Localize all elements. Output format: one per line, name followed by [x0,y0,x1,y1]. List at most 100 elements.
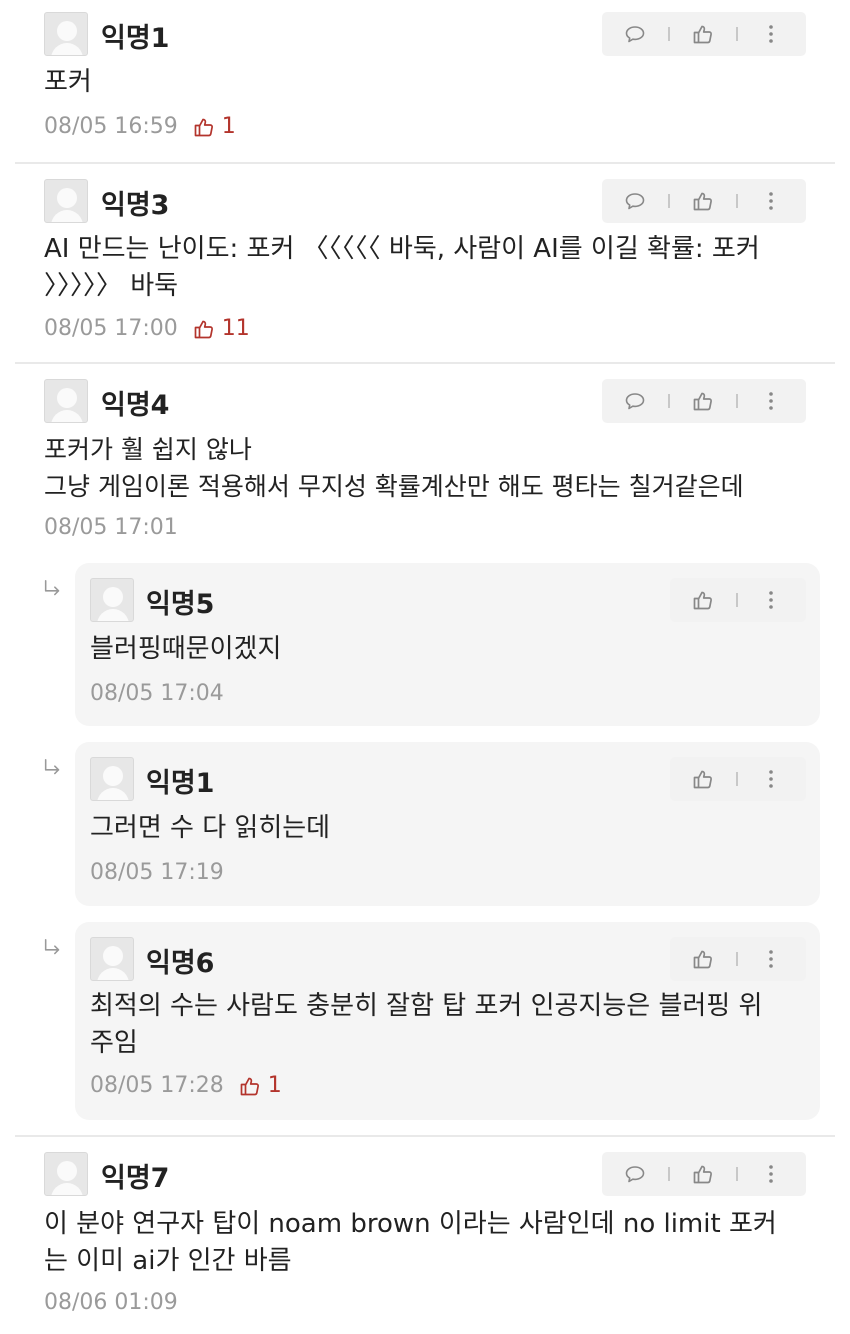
like-button[interactable] [670,379,736,423]
more-button[interactable] [738,12,804,56]
more-vertical-icon [759,588,783,612]
more-button[interactable] [738,179,804,223]
like-count-value: 1 [267,1073,282,1098]
comment-time: 08/06 01:09 [44,1290,178,1315]
thumbs-up-icon [691,947,715,971]
anonymous-avatar-icon [44,1152,88,1196]
reply-toolbar [670,937,806,981]
reply-toolbar [670,578,806,622]
more-vertical-icon [759,767,783,791]
like-count-value: 1 [221,114,236,139]
thumbs-up-icon [691,389,715,413]
reply-button[interactable] [602,12,668,56]
comment-text: AI 만드는 난이도: 포커 〈〈〈〈〈 바둑, 사람이 AI를 이길 확률: … [44,234,760,301]
thumbs-up-icon [691,588,715,612]
thumbs-up-icon [238,1074,262,1098]
comment-text: 포커 [44,67,92,97]
speech-bubble-icon [623,1162,647,1186]
like-count: 1 [238,1073,282,1098]
speech-bubble-icon [623,389,647,413]
more-button[interactable] [738,757,804,801]
thumbs-up-icon [691,767,715,791]
reply-button[interactable] [602,1152,668,1196]
comment-time: 08/05 17:01 [44,515,178,540]
more-vertical-icon [759,947,783,971]
reply-text: 최적의 수는 사람도 충분히 잘함 탑 포커 인공지능은 블러핑 위 주임 [90,991,763,1058]
speech-bubble-icon [623,189,647,213]
like-button[interactable] [670,179,736,223]
more-vertical-icon [759,22,783,46]
reply-nickname: 익명1 [146,768,215,799]
like-button[interactable] [670,757,736,801]
comment-nickname: 익명4 [101,390,170,421]
comment-toolbar [602,179,806,223]
like-button[interactable] [670,12,736,56]
reply-arrow-icon [42,757,64,779]
reply-button[interactable] [602,179,668,223]
reply-button[interactable] [602,379,668,423]
more-button[interactable] [738,578,804,622]
reply-meta: 08/05 17:28 1 [90,1073,282,1098]
more-button[interactable] [738,937,804,981]
like-count: 11 [192,316,250,341]
comment-item: 익명3 AI 만드는 난이도: 포커 〈〈〈〈〈 바둑, 사람이 AI를 이길 … [0,165,850,361]
more-vertical-icon [759,389,783,413]
anonymous-avatar-icon [44,379,88,423]
anonymous-avatar-icon [90,757,134,801]
comment-time: 08/05 16:59 [44,114,178,139]
thumbs-up-icon [691,1162,715,1186]
anonymous-avatar-icon [44,12,88,56]
divider [15,362,835,364]
comment-toolbar [602,1152,806,1196]
more-vertical-icon [759,189,783,213]
reply-meta: 08/05 17:04 [90,681,224,706]
reply-item: 익명6 최적의 수는 사람도 충분히 잘함 탑 포커 인공지능은 블러핑 위 주… [75,922,820,1120]
more-vertical-icon [759,1162,783,1186]
reply-arrow-icon [42,937,64,959]
divider [15,1135,835,1137]
thumbs-up-icon [192,115,216,139]
comment-meta: 08/06 01:09 [44,1290,178,1315]
like-count-value: 11 [221,316,250,341]
thumbs-up-icon [691,22,715,46]
comment-item: 익명1 포커 08/05 16:59 1 [0,0,850,162]
more-button[interactable] [738,379,804,423]
anonymous-avatar-icon [90,937,134,981]
comment-text: 이 분야 연구자 탑이 noam brown 이라는 사람인데 no limit… [44,1209,777,1276]
comment-meta: 08/05 17:00 11 [44,316,250,341]
comment-nickname: 익명7 [101,1163,170,1194]
thumbs-up-icon [691,189,715,213]
divider [15,162,835,164]
reply-text: 블러핑때문이겠지 [90,634,282,664]
reply-meta: 08/05 17:19 [90,860,224,885]
comment-meta: 08/05 17:01 [44,515,178,540]
comment-item: 익명4 포커가 훨 쉽지 않나 그냥 게임이론 적용해서 무지성 확률계산만 해… [0,365,850,555]
speech-bubble-icon [623,22,647,46]
comment-meta: 08/05 16:59 1 [44,114,236,139]
comment-time: 08/05 17:00 [44,316,178,341]
comment-toolbar [602,379,806,423]
comment-item: 익명7 이 분야 연구자 탑이 noam brown 이라는 사람인데 no l… [0,1138,850,1334]
like-button[interactable] [670,1152,736,1196]
like-count: 1 [192,114,236,139]
thumbs-up-icon [192,317,216,341]
reply-time: 08/05 17:19 [90,860,224,885]
comment-nickname: 익명3 [101,190,170,221]
comment-nickname: 익명1 [101,23,170,54]
comment-toolbar [602,12,806,56]
reply-nickname: 익명6 [146,948,215,979]
reply-nickname: 익명5 [146,589,215,620]
like-button[interactable] [670,937,736,981]
reply-time: 08/05 17:28 [90,1073,224,1098]
anonymous-avatar-icon [90,578,134,622]
reply-toolbar [670,757,806,801]
reply-arrow-icon [42,578,64,600]
reply-text: 그러면 수 다 읽히는데 [90,813,331,843]
like-button[interactable] [670,578,736,622]
reply-item: 익명5 블러핑때문이겠지 08/05 17:04 [75,563,820,726]
anonymous-avatar-icon [44,179,88,223]
reply-time: 08/05 17:04 [90,681,224,706]
comment-text: 포커가 훨 쉽지 않나 그냥 게임이론 적용해서 무지성 확률계산만 해도 평타… [44,435,744,501]
reply-item: 익명1 그러면 수 다 읽히는데 08/05 17:19 [75,742,820,906]
more-button[interactable] [738,1152,804,1196]
